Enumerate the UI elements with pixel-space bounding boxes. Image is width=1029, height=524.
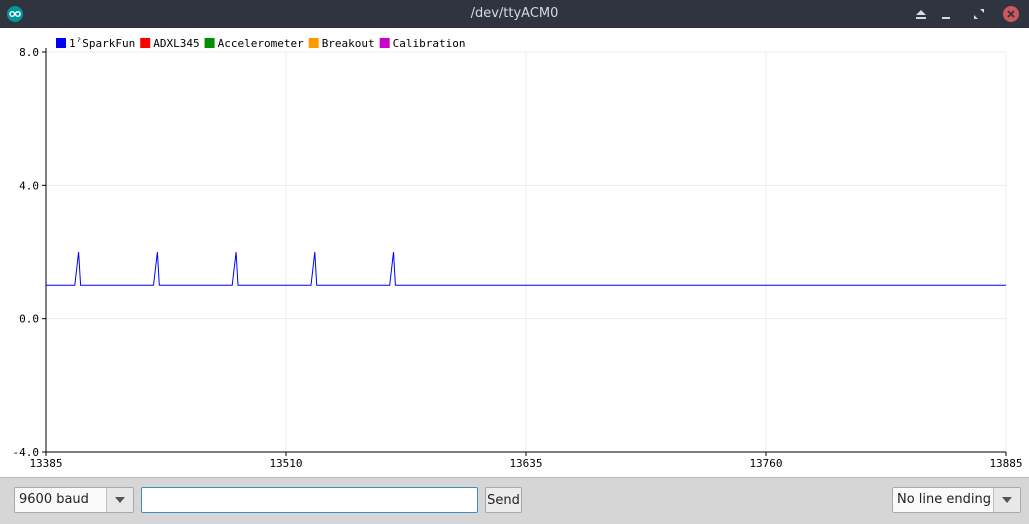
maximize-icon[interactable]	[971, 6, 987, 22]
serial-input[interactable]	[142, 488, 477, 512]
line-ending-select[interactable]: No line ending	[892, 487, 1021, 513]
legend-label: 1ˀSparkFun	[69, 37, 135, 50]
legend-swatch	[56, 38, 66, 48]
minimize-icon[interactable]	[938, 6, 954, 22]
chevron-down-icon[interactable]	[993, 488, 1020, 512]
x-tick-label: 13510	[269, 457, 302, 470]
legend-label: Calibration	[393, 37, 466, 50]
baud-rate-select[interactable]: 9600 baud	[14, 487, 134, 513]
chevron-down-icon[interactable]	[106, 488, 133, 512]
y-tick-label: 8.0	[19, 46, 39, 59]
window-title: /dev/ttyACM0	[470, 6, 559, 21]
x-tick-label: 13635	[509, 457, 542, 470]
legend-label: ADXL345	[153, 37, 199, 50]
close-icon[interactable]	[1003, 6, 1019, 22]
legend-swatch	[204, 38, 215, 48]
serial-plotter: 8.0 4.0 0.0 -4.0 13385 13510 13635 13760 13885 1ˀ…	[0, 28, 1029, 477]
x-tick-label: 13885	[989, 457, 1022, 470]
legend-label: Breakout	[322, 37, 375, 50]
legend-label: Accelerometer	[218, 37, 304, 50]
bottom-toolbar: 9600 baud Send No line ending	[0, 477, 1029, 524]
eject-icon[interactable]	[913, 6, 929, 22]
line-ending-value: No line ending	[897, 492, 991, 507]
send-button[interactable]: Send	[485, 487, 522, 513]
y-tick-label: 4.0	[19, 179, 39, 192]
y-tick-label: 0.0	[19, 313, 39, 326]
x-tick-label: 13385	[29, 457, 62, 470]
serial-input-box[interactable]	[141, 487, 478, 513]
x-tick-label: 13760	[749, 457, 782, 470]
title-bar: /dev/ttyACM0	[0, 0, 1029, 28]
baud-rate-value: 9600 baud	[19, 492, 89, 507]
legend-swatch	[379, 38, 390, 48]
plot-canvas: 8.04.00.0-4.013385 13510 13635 13760 138851ˀ…	[13, 37, 1023, 470]
legend-swatch	[140, 38, 151, 48]
legend-swatch	[308, 38, 319, 48]
